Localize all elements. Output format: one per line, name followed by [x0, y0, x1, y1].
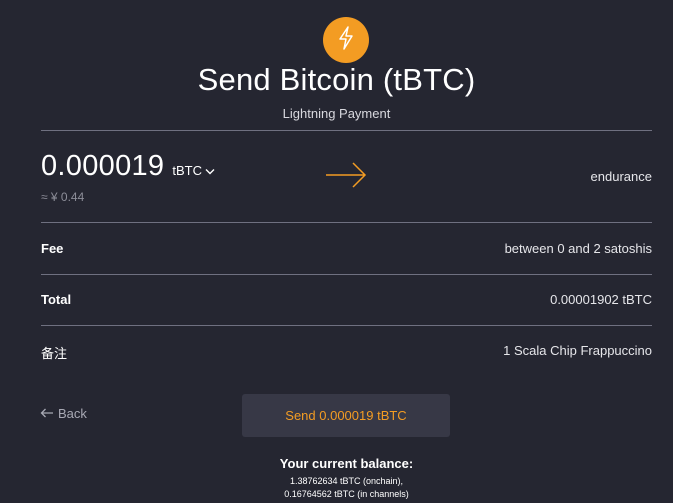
total-value: 0.00001902 tBTC [550, 292, 652, 307]
divider [41, 325, 652, 326]
fee-value: between 0 and 2 satoshis [504, 241, 652, 256]
total-label: Total [41, 292, 72, 307]
divider [41, 222, 652, 223]
memo-label: 备注 [41, 346, 68, 361]
fiat-estimate: ≈ ¥ 0.44 [41, 190, 85, 204]
fee-label: Fee [41, 241, 64, 256]
amount-display: 0.000019 tBTC [41, 150, 215, 183]
balance-onchain: 1.38762634 tBTC (onchain), [289, 476, 404, 486]
lightning-bolt-icon [337, 25, 355, 55]
page-subtitle: Lightning Payment [282, 106, 391, 121]
page-title: Send Bitcoin (tBTC) [197, 62, 476, 97]
back-button[interactable]: Back [40, 406, 87, 421]
send-button[interactable]: Send 0.000019 tBTC [242, 394, 450, 437]
lightning-logo [323, 17, 369, 63]
amount-value: 0.000019 [41, 150, 165, 182]
divider [41, 130, 652, 131]
back-label: Back [58, 406, 87, 421]
divider [41, 274, 652, 275]
balance-channels: 0.16764562 tBTC (in channels) [284, 489, 409, 499]
balance-title: Your current balance: [279, 456, 414, 471]
destination-name: endurance [590, 169, 652, 184]
unit-label: tBTC [172, 163, 202, 178]
memo-value: 1 Scala Chip Frappuccino [503, 343, 652, 358]
unit-selector[interactable]: tBTC [172, 163, 215, 178]
arrow-left-icon [40, 406, 58, 421]
chevron-down-icon [202, 163, 215, 178]
arrow-right-icon [325, 161, 367, 194]
